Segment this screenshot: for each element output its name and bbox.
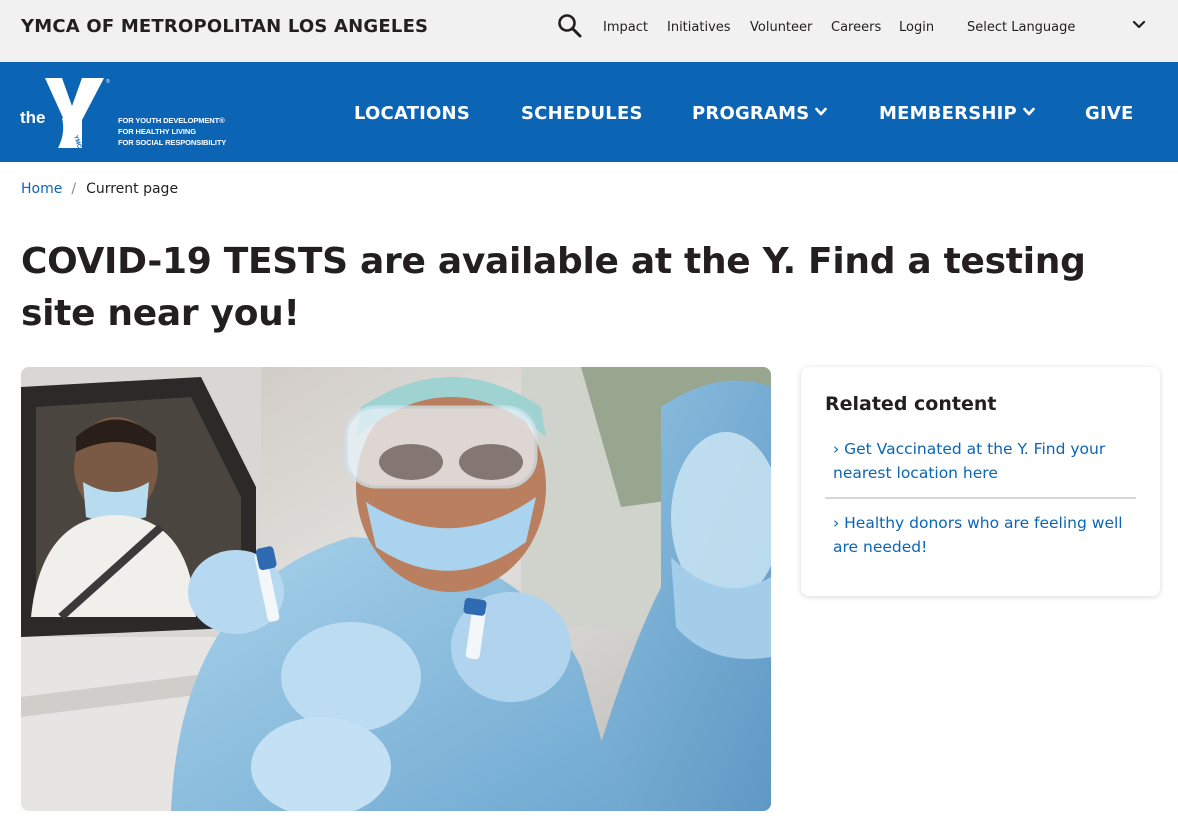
utility-link-login[interactable]: Login — [899, 20, 934, 35]
utility-link-volunteer[interactable]: Volunteer — [750, 20, 812, 35]
nav-membership[interactable]: MEMBERSHIP — [879, 103, 1035, 124]
related-divider — [825, 497, 1136, 499]
nav-membership-label: MEMBERSHIP — [879, 103, 1017, 124]
related-content-card: Related content › Get Vaccinated at the … — [801, 367, 1160, 596]
nav-schedules-label: SCHEDULES — [521, 103, 643, 124]
nav-programs[interactable]: PROGRAMS — [692, 103, 828, 124]
utility-link-initiatives[interactable]: Initiatives — [667, 20, 731, 35]
nav-schedules[interactable]: SCHEDULES — [521, 103, 643, 124]
nav-locations-label: LOCATIONS — [354, 103, 470, 124]
nav-locations[interactable]: LOCATIONS — [354, 103, 470, 124]
hero-image — [21, 367, 771, 811]
logo-tagline-1: FOR YOUTH DEVELOPMENT® — [118, 116, 225, 125]
nav-give-label: GIVE — [1085, 103, 1134, 124]
logo-tagline-2: FOR HEALTHY LIVING — [118, 127, 196, 136]
nav-give[interactable]: GIVE — [1085, 103, 1134, 124]
ymca-logo-mark: the YMCA ® — [20, 78, 110, 152]
nav-programs-label: PROGRAMS — [692, 103, 810, 124]
main-nav: the YMCA ® FOR YOUTH DEVELOPMENT® FOR HE… — [0, 62, 1178, 162]
breadcrumb-separator: / — [71, 181, 77, 197]
search-icon[interactable] — [557, 13, 583, 39]
related-content-title: Related content — [825, 393, 997, 415]
language-select-label: Select Language — [967, 20, 1076, 35]
breadcrumb: Home / Current page — [21, 181, 178, 197]
utility-link-impact[interactable]: Impact — [603, 20, 648, 35]
svg-text:®: ® — [106, 78, 110, 85]
chevron-down-icon — [1023, 107, 1035, 116]
related-link-donors[interactable]: › Healthy donors who are feeling well ar… — [833, 511, 1133, 559]
language-select[interactable]: Select Language — [967, 20, 1147, 40]
org-name[interactable]: YMCA OF METROPOLITAN LOS ANGELES — [21, 16, 428, 37]
breadcrumb-current: Current page — [86, 181, 179, 197]
utility-bar: YMCA OF METROPOLITAN LOS ANGELES Impact … — [0, 0, 1178, 62]
chevron-down-icon[interactable] — [1131, 17, 1147, 33]
related-link-vaccinated[interactable]: › Get Vaccinated at the Y. Find your nea… — [833, 437, 1133, 485]
logo-word: the — [20, 108, 46, 127]
chevron-down-icon — [815, 107, 828, 116]
utility-link-careers[interactable]: Careers — [831, 20, 881, 35]
logo-tagline-3: FOR SOCIAL RESPONSIBILITY — [118, 138, 227, 147]
breadcrumb-home[interactable]: Home — [21, 181, 62, 197]
ymca-logo[interactable]: the YMCA ® FOR YOUTH DEVELOPMENT® FOR HE… — [18, 76, 233, 152]
page-title: COVID-19 TESTS are available at the Y. F… — [21, 241, 1086, 334]
